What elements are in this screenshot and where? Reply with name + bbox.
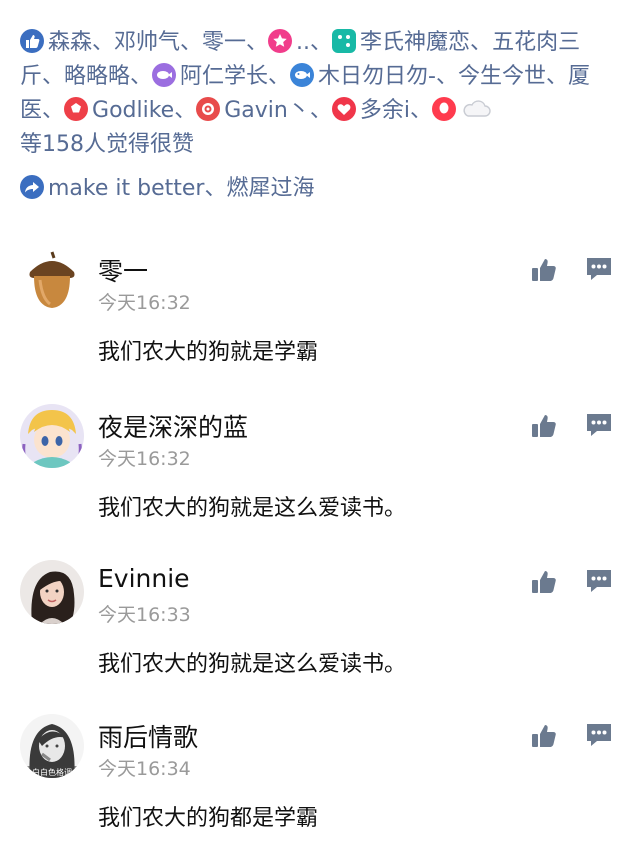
liker-name[interactable]: 阿仁学长、 [180,64,290,89]
fish-icon [290,63,315,87]
avatar[interactable]: 白白色格调 [20,714,84,778]
liker-name[interactable]: 木日勿日勿-、 [318,64,458,89]
comment-reply-icon[interactable] [585,568,613,594]
comment-reply-icon[interactable] [585,412,613,438]
like-icon [20,29,44,53]
comment-time: 今天16:32 [98,448,191,470]
thumbs-up-icon[interactable] [530,722,558,750]
thumbs-up-icon[interactable] [530,568,558,596]
comment-text: 我们农大的狗就是这么爱读书。 [98,652,407,677]
flower-badge-icon [64,97,89,121]
share-icon [20,175,44,199]
shares-row: make it better、燃犀过海 [20,172,620,206]
comment-item: 白白色格调 雨后情歌 今天16:34 我们农大的狗都是学霸 [0,714,640,864]
heart-icon [331,97,356,121]
liker-name[interactable]: 森森、 [48,30,114,55]
comment-time: 今天16:33 [98,604,191,626]
comment-author[interactable]: 零一 [98,252,148,288]
comment-text: 我们农大的狗都是学霸 [98,806,319,831]
comment-item: Evinnie 今天16:33 我们农大的狗就是这么爱读书。 [0,560,640,710]
avatar[interactable] [20,560,84,624]
sharers-text[interactable]: make it better、燃犀过海 [48,176,314,201]
comment-item: 夜是深深的蓝 今天16:32 我们农大的狗就是这么爱读书。 [0,404,640,554]
cloud-icon [460,97,492,121]
liker-name[interactable]: 李氏神魔恋、 [360,30,492,55]
comment-author[interactable]: 夜是深深的蓝 [98,408,248,444]
avatar[interactable] [20,404,84,468]
liker-name[interactable]: 邓帅气、 [114,30,202,55]
liker-name[interactable]: 今生今世、 [458,64,568,89]
liker-name[interactable]: Gavin丶、 [224,98,332,123]
balloon-icon [431,97,456,121]
avatar-caption: 白白色格调 [32,767,72,777]
comment-time: 今天16:34 [98,758,191,780]
liker-name[interactable]: ..、 [296,30,332,55]
dice-icon [332,29,357,53]
comment-reply-icon[interactable] [585,722,613,748]
liker-name[interactable]: 略略略、 [64,64,152,89]
comment-text: 我们农大的狗就是这么爱读书。 [98,496,407,521]
thumbs-up-icon[interactable] [530,256,558,284]
rose-icon [196,97,221,121]
likes-summary[interactable]: 等158人觉得很赞 [20,132,194,157]
comment-text: 我们农大的狗就是学霸 [98,340,319,365]
thumbs-up-icon[interactable] [530,412,558,440]
comment-author[interactable]: 雨后情歌 [98,718,198,754]
liker-name[interactable]: 零一、 [202,30,268,55]
avatar[interactable] [20,248,84,312]
fish-badge-icon [152,63,177,87]
star-badge-icon [268,29,293,53]
comment-item: 零一 今天16:32 我们农大的狗就是学霸 [0,248,640,398]
comment-reply-icon[interactable] [585,256,613,282]
likes-list: 森森、邓帅气、零一、 ..、 李氏神魔恋、五花肉三斤、略略略、 阿仁学长、 木日… [20,26,620,162]
liker-name[interactable]: Godlike、 [92,98,196,123]
comment-author[interactable]: Evinnie [98,564,190,593]
liker-name[interactable]: 多余i、 [360,98,432,123]
comment-time: 今天16:32 [98,292,191,314]
